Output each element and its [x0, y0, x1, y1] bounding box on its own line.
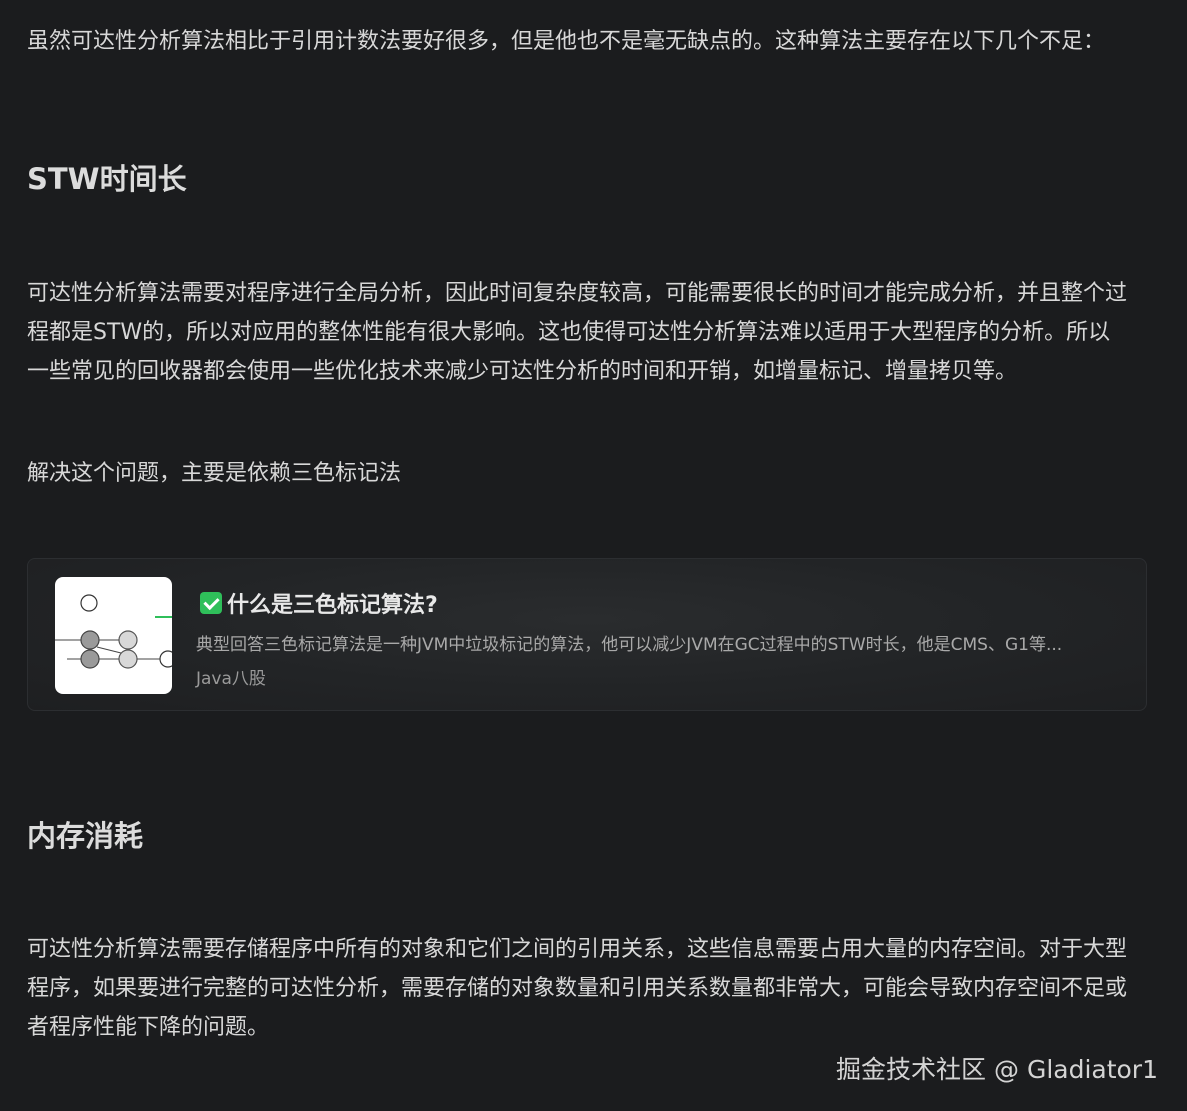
section-heading-memory: 内存消耗 [27, 819, 144, 853]
check-icon [200, 592, 222, 614]
solution-paragraph: 解决这个问题，主要是依赖三色标记法 [27, 461, 402, 486]
memory-paragraph-line-3: 者程序性能下降的问题。 [27, 1015, 270, 1040]
card-source: Java八股 [196, 669, 266, 689]
card-title[interactable]: 什么是三色标记算法? [200, 587, 438, 619]
card-description: 典型回答三色标记算法是一种JVM中垃圾标记的算法，他可以减少JVM在GC过程中的… [196, 635, 1063, 655]
watermark: 掘金技术社区 @ Gladiator1 [836, 1055, 1158, 1084]
stw-paragraph-line-2: 程都是STW的，所以对应用的整体性能有很大影响。这也使得可达性分析算法难以适用于… [27, 320, 1111, 345]
intro-paragraph: 虽然可达性分析算法相比于引用计数法要好很多，但是他也不是毫无缺点的。这种算法主要… [27, 29, 1106, 54]
tricolor-diagram-icon [55, 594, 172, 669]
section-heading-stw: STW时间长 [27, 162, 187, 196]
memory-paragraph-line-2: 程序，如果要进行完整的可达性分析，需要存储的对象数量和引用关系数量都非常大，可能… [27, 976, 1128, 1001]
card-thumbnail [55, 577, 172, 694]
stw-paragraph-line-3: 一些常见的回收器都会使用一些优化技术来减少可达性分析的时间和开销，如增量标记、增… [27, 359, 1018, 384]
card-title-text: 什么是三色标记算法? [227, 593, 438, 618]
memory-paragraph-line-1: 可达性分析算法需要存储程序中所有的对象和它们之间的引用关系，这些信息需要占用大量… [27, 937, 1128, 962]
stw-paragraph-line-1: 可达性分析算法需要对程序进行全局分析，因此时间复杂度较高，可能需要很长的时间才能… [27, 281, 1128, 306]
link-card[interactable]: 什么是三色标记算法? 典型回答三色标记算法是一种JVM中垃圾标记的算法，他可以减… [27, 558, 1147, 711]
